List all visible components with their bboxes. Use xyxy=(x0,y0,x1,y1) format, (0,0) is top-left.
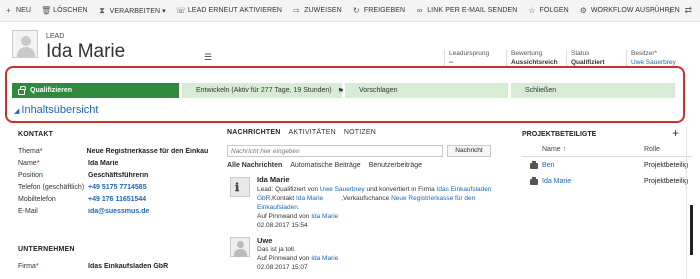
email-link-button[interactable]: ∞ LINK PER E-MAIL SENDEN xyxy=(415,6,518,15)
lock-icon xyxy=(18,85,26,95)
link-icon: ∞ xyxy=(416,6,423,15)
post-input[interactable]: Nachricht hier eingeben xyxy=(227,145,443,157)
assign-icon: ⇨ xyxy=(293,6,300,15)
record-header: LEAD Ida Marie ☰ Leadursprung -- Bewertu… xyxy=(0,22,700,66)
command-bar: + NEU 🗑 LÖSCHEN ⧗ VERARBEITEN ▾ ☏ LEAD ERNEU… xyxy=(0,0,700,22)
column-header-role[interactable]: Rolle xyxy=(644,146,660,153)
assign-button[interactable]: ⇨ ZUWEISEN xyxy=(292,6,342,15)
share-icon: ↻ xyxy=(352,6,360,15)
field-company[interactable]: Firma* Idas Einkaufsladen GbR xyxy=(18,263,208,274)
header-field-lead-source[interactable]: Leadursprung -- xyxy=(444,50,502,66)
stage-propose[interactable]: Vorschlagen xyxy=(344,83,508,98)
vertical-scrollbar[interactable] xyxy=(686,126,692,279)
avatar-body xyxy=(17,47,35,57)
flag-icon: ⚑ xyxy=(337,87,344,95)
unternehmen-heading: UNTERNEHMEN xyxy=(18,246,75,253)
follow-button[interactable]: ☆ FOLGEN xyxy=(527,6,568,15)
avatar-body xyxy=(234,249,247,257)
social-pane-tabs: NACHRICHTEN AKTIVITÄTEN NOTIZEN xyxy=(227,129,376,136)
post-text-line: GbR,Kontakt Ida Marie ,Verkaufschance Ne… xyxy=(257,195,476,202)
process-icon: ⧗ xyxy=(99,5,105,15)
expand-icon[interactable]: ⇄ xyxy=(684,5,692,16)
contact-card-icon xyxy=(530,161,538,169)
tab-activities[interactable]: AKTIVITÄTEN xyxy=(289,129,336,136)
avatar-head xyxy=(21,36,31,46)
stage-qualify[interactable]: Qualifizieren xyxy=(12,83,179,98)
page-title: Ida Marie xyxy=(46,41,126,62)
share-button[interactable]: ↻ FREIGEBEN xyxy=(352,6,405,15)
field-topic[interactable]: Thema* Neue Registrierkasse für den Eink… xyxy=(18,148,208,159)
previous-record-icon[interactable]: ↑ xyxy=(651,5,656,16)
process-button[interactable]: ⧗ VERARBEITEN ▾ xyxy=(98,6,166,16)
post-filters: Alle Nachrichten Automatische Beiträge B… xyxy=(227,162,422,169)
post-text-line: Lead: Qualifiziert von Uwe Sauerbrey und… xyxy=(257,186,492,193)
collapse-triangle-icon: ◢ xyxy=(14,108,20,115)
post-wall-line: Auf Pinnwand von Ida Marie xyxy=(257,213,339,220)
user-post-avatar[interactable] xyxy=(230,237,250,257)
tab-posts[interactable]: NACHRICHTEN xyxy=(227,129,281,136)
tab-notes[interactable]: NOTIZEN xyxy=(344,129,376,136)
add-stakeholder-icon[interactable]: + xyxy=(672,126,679,140)
field-business-phone[interactable]: Telefon (geschäftlich) +49 5175 7714585 xyxy=(18,184,208,195)
system-post-avatar: ℹ xyxy=(230,177,250,197)
system-post-icon: ℹ xyxy=(235,182,240,194)
scrollbar-thumb[interactable] xyxy=(690,205,693,255)
filter-user-posts[interactable]: Benutzerbeiträge xyxy=(369,162,422,169)
post-text-line: Einkaufsladen. xyxy=(257,204,300,211)
post-wall-line: Auf Pinnwand von Ida Marie xyxy=(257,255,339,262)
stakeholders-heading: PROJEKTBETEILIGTE xyxy=(522,131,597,138)
next-record-icon[interactable]: ↓ xyxy=(668,5,673,16)
header-field-status[interactable]: Status Qualifiziert xyxy=(566,50,624,66)
post-timestamp: 02.08.2017 15:07 xyxy=(257,264,308,271)
table-row[interactable]: Ben Projektbeteilig xyxy=(522,161,692,174)
post-button[interactable]: Nachricht xyxy=(447,145,491,157)
workflow-icon: ⚙ xyxy=(579,6,587,15)
post-text-line: Das ist ja toll. xyxy=(257,246,296,253)
contact-card-icon xyxy=(530,177,538,185)
kontakt-heading: KONTAKT xyxy=(18,131,54,138)
filter-all-posts[interactable]: Alle Nachrichten xyxy=(227,162,282,169)
column-header-name[interactable]: Name ↑ xyxy=(542,146,566,153)
business-process-flow: Qualifizieren Entwickeln (Aktiv für 277 … xyxy=(12,83,678,98)
post-timestamp: 02.08.2017 15:54 xyxy=(257,222,308,229)
reactivate-lead-button[interactable]: ☏ LEAD ERNEUT AKTIVIEREN xyxy=(176,6,282,15)
stage-close[interactable]: Schließen xyxy=(510,83,675,98)
star-icon: ☆ xyxy=(528,6,536,15)
header-field-owner[interactable]: Besitzer* Uwe Sauerbrey xyxy=(626,50,684,66)
post-author[interactable]: Ida Marie xyxy=(257,175,290,184)
header-field-rating[interactable]: Bewertung Aussichtsreich xyxy=(506,50,564,66)
post-author[interactable]: Uwe xyxy=(257,236,272,245)
avatar-head xyxy=(237,241,244,248)
entity-type: LEAD xyxy=(46,33,65,40)
reactivate-icon: ☏ xyxy=(175,6,186,15)
section-summary-toggle[interactable]: ◢ Inhaltsübersicht xyxy=(14,104,98,116)
form-menu-icon[interactable]: ☰ xyxy=(204,52,212,63)
record-nav: ↑ ↓ ⇄ xyxy=(651,5,692,16)
field-position[interactable]: Position Geschäftsführerin xyxy=(18,172,208,183)
plus-icon: + xyxy=(6,6,11,15)
stakeholders-grid-header: Name ↑ Rolle xyxy=(522,146,692,157)
trash-icon: 🗑 xyxy=(41,6,52,15)
field-email[interactable]: E-Mail ida@suessmus.de xyxy=(18,208,208,219)
table-row[interactable]: Ida Marie Projektbeteilig xyxy=(522,177,692,190)
field-mobile-phone[interactable]: Mobiltelefon +49 176 11651544 xyxy=(18,196,208,207)
avatar[interactable] xyxy=(12,30,38,58)
stage-develop[interactable]: Entwickeln (Aktiv für 277 Tage, 19 Stund… xyxy=(181,83,344,98)
new-button[interactable]: + NEU xyxy=(4,6,31,15)
delete-button[interactable]: 🗑 LÖSCHEN xyxy=(41,6,88,15)
filter-auto-posts[interactable]: Automatische Beiträge xyxy=(290,162,360,169)
field-name[interactable]: Name* Ida Marie xyxy=(18,160,208,171)
